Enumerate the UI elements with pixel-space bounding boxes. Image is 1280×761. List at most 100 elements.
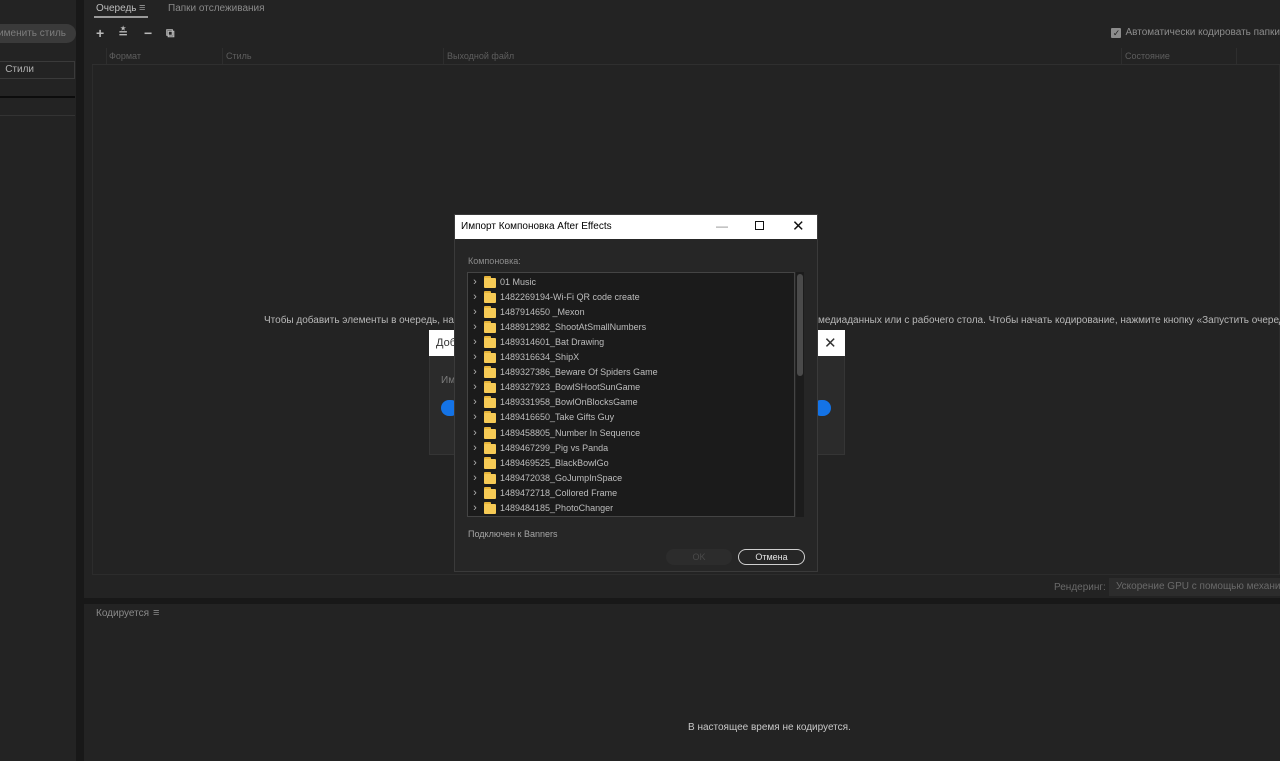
list-item[interactable]: › 1489316634_ShipX bbox=[468, 350, 794, 365]
list-item[interactable]: › 1489416650_Take Gifts Guy bbox=[468, 410, 794, 425]
chevron-right-icon[interactable]: › bbox=[468, 457, 482, 469]
column-header-style[interactable]: Стиль bbox=[226, 51, 252, 61]
chevron-right-icon[interactable]: › bbox=[468, 291, 482, 303]
styles-row-divider bbox=[0, 115, 75, 116]
panel-divider[interactable] bbox=[76, 0, 84, 761]
chevron-right-icon[interactable]: › bbox=[468, 411, 482, 423]
list-item-label: 1489484185_PhotoChanger bbox=[500, 503, 614, 513]
tab-queue-underline bbox=[94, 16, 148, 18]
list-item[interactable]: › 1489331958_BowlOnBlocksGame bbox=[468, 395, 794, 410]
chevron-right-icon[interactable]: › bbox=[468, 276, 482, 288]
folder-icon bbox=[484, 486, 496, 499]
checkbox-icon[interactable]: ✓ bbox=[1111, 27, 1122, 38]
folder-icon bbox=[484, 305, 496, 318]
list-item-label: 1489416650_Take Gifts Guy bbox=[500, 412, 615, 423]
folder-icon bbox=[484, 351, 496, 363]
column-header-output[interactable]: Выходной файл bbox=[447, 51, 514, 61]
column-separator[interactable] bbox=[222, 48, 223, 64]
chevron-right-icon[interactable]: › bbox=[468, 442, 482, 454]
queue-hint-text: Чтобы добавить элементы в очередь, нажм bbox=[264, 315, 468, 326]
close-icon[interactable]: ✕ bbox=[792, 217, 805, 235]
chevron-right-icon[interactable]: › bbox=[468, 396, 482, 408]
folder-icon bbox=[484, 502, 496, 514]
list-item[interactable]: › 1489327923_BowlSHootSunGame bbox=[468, 380, 794, 395]
list-item[interactable]: › 1489469525_BlackBowlGo bbox=[468, 455, 794, 470]
tab-encoding[interactable]: Кодируется bbox=[96, 608, 149, 619]
column-header-status[interactable]: Состояние bbox=[1125, 51, 1170, 61]
folder-icon bbox=[484, 441, 496, 454]
folder-icon bbox=[484, 411, 496, 424]
folder-icon bbox=[484, 366, 496, 379]
chevron-right-icon[interactable]: › bbox=[468, 381, 482, 393]
list-item-label: 1489314601_Bat Drawing bbox=[500, 336, 605, 347]
linked-project-label: Подключен к Banners bbox=[468, 529, 558, 539]
list-item[interactable]: › 1489458805_Number In Sequence bbox=[468, 425, 794, 440]
folder-icon bbox=[484, 471, 496, 484]
list-item[interactable]: › 1487914650 _Mexon bbox=[468, 304, 794, 319]
apply-style-button[interactable]: Применить стиль bbox=[0, 24, 76, 43]
list-item-label: 1488912982_ShootAtSmallNumbers bbox=[500, 321, 647, 332]
folder-icon bbox=[484, 335, 496, 348]
maximize-icon[interactable] bbox=[755, 221, 764, 230]
dialog-title: Импорт Компоновка After Effects bbox=[461, 221, 612, 232]
chevron-right-icon[interactable]: › bbox=[468, 336, 482, 348]
column-header-format[interactable]: Формат bbox=[109, 51, 141, 61]
hamburger-icon[interactable]: ≡ bbox=[153, 607, 159, 619]
list-item[interactable]: › 1489472038_GoJumpInSpace bbox=[468, 470, 794, 485]
list-item[interactable]: › 1482269194-Wi-Fi QR code create bbox=[468, 289, 794, 304]
column-separator[interactable] bbox=[106, 48, 107, 64]
list-item-label: 1489327923_BowlSHootSunGame bbox=[500, 382, 641, 393]
folder-icon bbox=[484, 426, 496, 439]
encoding-panel bbox=[84, 604, 1280, 761]
list-item[interactable]: › 1489472718_Collored Frame bbox=[468, 485, 794, 500]
scrollbar-thumb[interactable] bbox=[797, 274, 803, 376]
chevron-right-icon[interactable]: › bbox=[468, 321, 482, 333]
render-select[interactable]: Ускорение GPU с помощью механизма bbox=[1109, 578, 1280, 596]
list-item-label: 1489331958_BowlOnBlocksGame bbox=[500, 397, 638, 408]
add-icon[interactable]: + bbox=[96, 25, 104, 41]
list-item[interactable]: › 1488912982_ShootAtSmallNumbers bbox=[468, 319, 794, 334]
chevron-right-icon[interactable]: › bbox=[468, 427, 482, 439]
list-item-label: 1489469525_BlackBowlGo bbox=[500, 457, 609, 468]
list-item[interactable]: › 1489467299_Pig vs Panda bbox=[468, 440, 794, 455]
list-item-label: 1489458805_Number In Sequence bbox=[500, 427, 641, 438]
ok-button[interactable]: OK bbox=[666, 549, 732, 565]
list-item-label: 1489316634_ShipX bbox=[500, 352, 580, 362]
remove-icon[interactable]: − bbox=[144, 25, 152, 41]
chevron-right-icon[interactable]: › bbox=[468, 487, 482, 499]
styles-tab[interactable]: Стили bbox=[0, 61, 75, 79]
close-icon[interactable]: ✕ bbox=[824, 334, 837, 352]
list-item[interactable]: › 1489327386_Beware Of Spiders Game bbox=[468, 365, 794, 380]
column-separator[interactable] bbox=[1236, 48, 1237, 64]
composition-label: Компоновка: bbox=[468, 256, 521, 266]
folder-icon bbox=[484, 381, 496, 394]
column-separator[interactable] bbox=[443, 48, 444, 64]
folder-icon bbox=[484, 290, 496, 303]
chevron-right-icon[interactable]: › bbox=[468, 502, 482, 514]
chevron-right-icon[interactable]: › bbox=[468, 351, 482, 363]
list-item-label: 1489472718_Collored Frame bbox=[500, 487, 618, 498]
chevron-right-icon[interactable]: › bbox=[468, 366, 482, 378]
tab-queue[interactable]: Очередь bbox=[96, 3, 137, 14]
list-item-label: 1489467299_Pig vs Panda bbox=[500, 442, 609, 453]
auto-encode-option[interactable]: ✓ Автоматически кодировать папки bbox=[1111, 27, 1280, 38]
minimize-icon[interactable]: — bbox=[716, 219, 728, 233]
duplicate-icon[interactable]: ⧉ bbox=[166, 26, 175, 41]
list-item[interactable]: › 01 Music bbox=[468, 274, 794, 289]
cancel-button[interactable]: Отмена bbox=[738, 549, 805, 565]
column-separator[interactable] bbox=[1121, 48, 1122, 64]
list-item-label: 1489327386_Beware Of Spiders Game bbox=[500, 367, 658, 378]
dialog-text: Им bbox=[441, 375, 456, 386]
list-item[interactable]: › 1489484185_PhotoChanger bbox=[468, 501, 794, 516]
list-item[interactable]: › 1489314601_Bat Drawing bbox=[468, 334, 794, 349]
chevron-right-icon[interactable]: › bbox=[468, 306, 482, 318]
tab-watch-folders[interactable]: Папки отслеживания bbox=[168, 3, 265, 14]
render-label: Рендеринг: bbox=[1054, 582, 1106, 593]
settings-icon[interactable]: ≛ bbox=[118, 26, 128, 40]
encoding-status: В настоящее время не кодируется. bbox=[688, 722, 851, 733]
dialog-title: Доб bbox=[436, 337, 456, 349]
composition-list[interactable]: › 01 Music › 1482269194-Wi-Fi QR code creat… bbox=[467, 272, 795, 517]
hamburger-icon[interactable]: ≡ bbox=[139, 2, 145, 14]
folder-icon bbox=[484, 456, 496, 469]
chevron-right-icon[interactable]: › bbox=[468, 472, 482, 484]
